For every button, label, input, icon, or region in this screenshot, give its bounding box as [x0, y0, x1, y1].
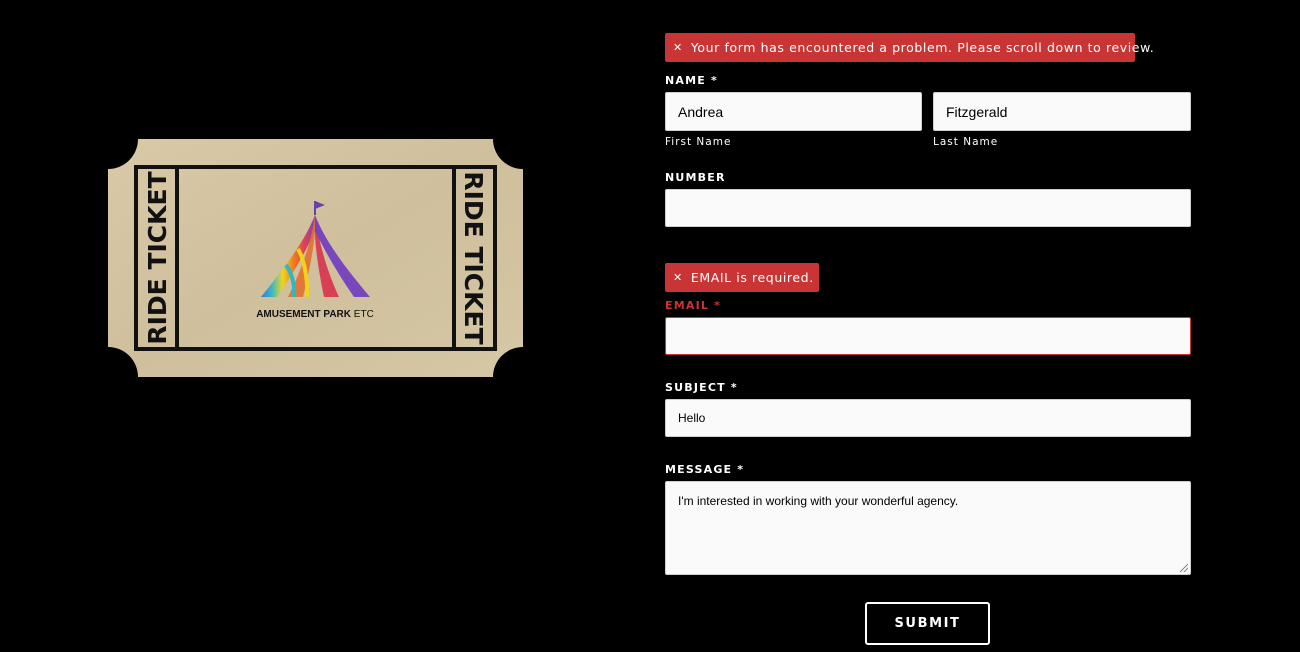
message-label: MESSAGE * — [665, 463, 745, 476]
email-error-alert: ✕ EMAIL is required. — [665, 263, 819, 292]
ride-ticket-image: RIDE TICKET RIDE TICKET AMUSEMENT PARK E… — [108, 139, 523, 377]
ticket-side-text-left: RIDE TICKET — [143, 171, 172, 344]
last-name-input[interactable]: Fitzgerald — [933, 92, 1191, 131]
number-input[interactable] — [665, 189, 1191, 227]
email-input[interactable] — [665, 317, 1191, 355]
message-textarea[interactable]: I'm interested in working with your wond… — [665, 481, 1191, 575]
resize-grip-icon[interactable] — [1180, 564, 1188, 572]
close-x-icon: ✕ — [673, 271, 683, 284]
ticket-brand: AMUSEMENT PARK ETC — [256, 309, 374, 320]
ticket-side-text-right: RIDE TICKET — [459, 171, 488, 344]
first-name-sublabel: First Name — [665, 136, 732, 148]
email-error-text: EMAIL is required. — [690, 270, 814, 285]
form-error-alert: ✕ Your form has encountered a problem. P… — [665, 33, 1154, 62]
last-name-sublabel: Last Name — [933, 136, 999, 148]
first-name-input[interactable]: Andrea — [665, 92, 922, 131]
contact-form: ✕ Your form has encountered a problem. P… — [665, 0, 1191, 652]
contact-page: RIDE TICKET RIDE TICKET AMUSEMENT PARK E… — [0, 0, 1300, 652]
form-error-text: Your form has encountered a problem. Ple… — [690, 40, 1155, 55]
name-label: NAME * — [665, 74, 718, 87]
submit-button[interactable]: SUBMIT — [865, 602, 990, 645]
message-text: I'm interested in working with your wond… — [678, 494, 959, 508]
subject-input[interactable]: Hello — [665, 399, 1191, 437]
close-x-icon: ✕ — [673, 41, 683, 54]
subject-label: SUBJECT * — [665, 381, 738, 394]
email-label: EMAIL * — [665, 299, 722, 312]
number-label: NUMBER — [665, 171, 726, 184]
